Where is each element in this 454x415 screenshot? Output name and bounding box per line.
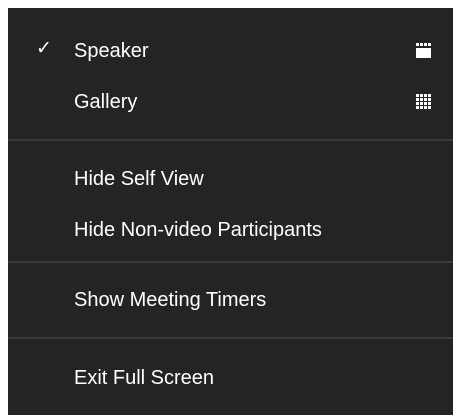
menu-item-label: Gallery [74,91,138,113]
menu-divider [8,139,453,141]
menu-item-show-meeting-timers[interactable]: Show Meeting Timers [8,279,453,319]
menu-item-label: Exit Full Screen [74,367,215,389]
gallery-view-icon [416,94,431,109]
menu-divider [8,337,453,339]
menu-item-hide-self-view[interactable]: Hide Self View [8,158,453,198]
menu-divider [8,261,453,263]
menu-item-label: Hide Non-video Participants [74,219,322,241]
menu-item-speaker[interactable]: ✓ Speaker [8,30,453,70]
menu-item-label: Speaker [74,40,149,62]
menu-item-exit-full-screen[interactable]: Exit Full Screen [8,357,453,397]
menu-item-gallery[interactable]: Gallery [8,81,453,121]
checkmark-icon: ✓ [36,38,52,59]
menu-item-label: Hide Self View [74,168,204,190]
speaker-view-icon [416,43,431,58]
menu-item-hide-non-video-participants[interactable]: Hide Non-video Participants [8,209,453,249]
view-options-menu: ✓ Speaker Gallery Hide Self View Hide No… [8,8,453,415]
menu-item-label: Show Meeting Timers [74,289,267,311]
